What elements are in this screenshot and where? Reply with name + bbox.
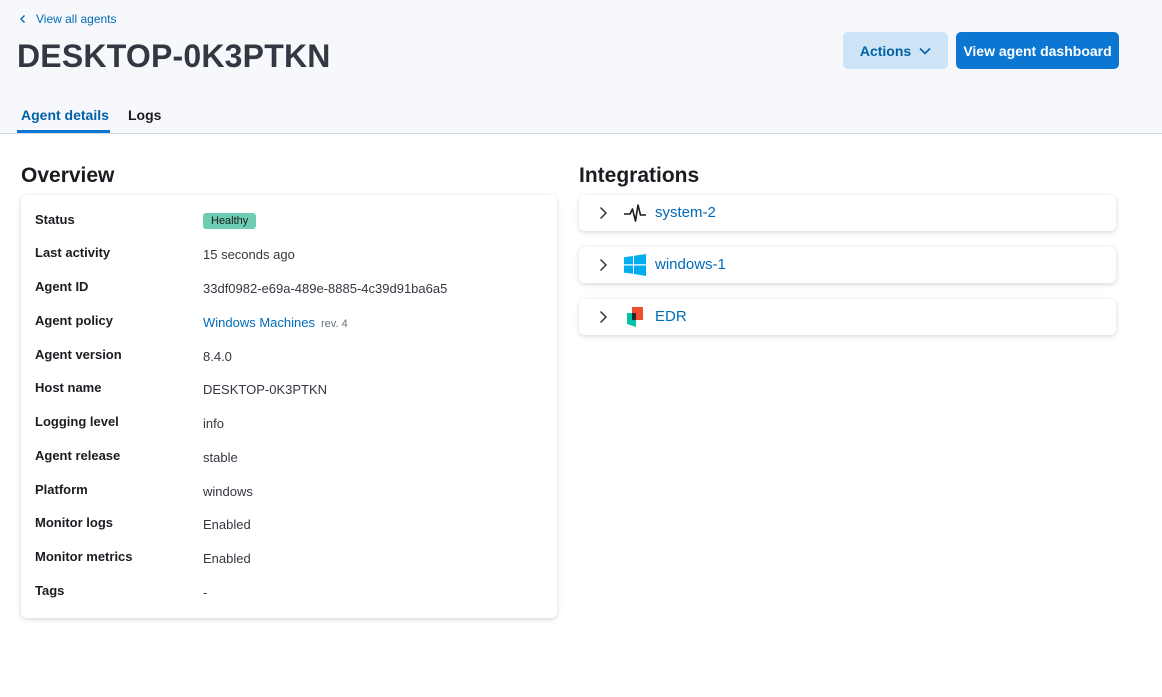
- integration-name[interactable]: EDR: [655, 308, 687, 325]
- policy-revision: rev. 4: [321, 318, 348, 330]
- detail-label: Logging level: [35, 414, 119, 429]
- detail-value: Enabled: [203, 551, 251, 566]
- detail-row-tags: Tags -: [21, 583, 557, 603]
- detail-value: windows: [203, 484, 253, 499]
- page-title: DESKTOP-0K3PTKN: [17, 38, 331, 74]
- integration-name[interactable]: system-2: [655, 204, 716, 221]
- detail-value: Enabled: [203, 517, 251, 532]
- chevron-right-icon[interactable]: [597, 258, 609, 272]
- detail-value: -: [203, 585, 208, 600]
- chevron-right-icon[interactable]: [597, 206, 609, 220]
- detail-label: Host name: [35, 380, 102, 395]
- detail-label: Monitor logs: [35, 515, 113, 530]
- view-agent-dashboard-button[interactable]: View agent dashboard: [956, 32, 1119, 69]
- chevron-right-icon[interactable]: [597, 310, 609, 324]
- detail-row-agent-release: Agent release stable: [21, 448, 557, 468]
- actions-button-label: Actions: [859, 42, 912, 59]
- selected-tab-indicator: [17, 130, 110, 133]
- detail-row-status: Status Healthy: [21, 212, 557, 232]
- detail-row-agent-version: Agent version 8.4.0: [21, 347, 557, 367]
- detail-value: 15 seconds ago: [203, 247, 295, 262]
- detail-label: Monitor metrics: [35, 549, 133, 564]
- detail-value: DESKTOP-0K3PTKN: [203, 382, 328, 397]
- detail-row-logging-level: Logging level info: [21, 414, 557, 434]
- detail-row-agent-id: Agent ID 33df0982-e69a-489e-8885-4c39d91…: [21, 279, 557, 299]
- detail-value: stable: [203, 450, 238, 465]
- status-badge: Healthy: [203, 213, 257, 229]
- chevron-down-icon: [919, 47, 931, 55]
- edr-shield-icon: [627, 307, 643, 327]
- detail-value: 8.4.0: [203, 349, 232, 364]
- back-link-label: View all agents: [36, 12, 117, 26]
- detail-row-monitor-metrics: Monitor metrics Enabled: [21, 549, 557, 569]
- detail-row-host-name: Host name DESKTOP-0K3PTKN: [21, 380, 557, 400]
- tab-agent-details[interactable]: Agent details: [21, 107, 109, 123]
- actions-button[interactable]: Actions: [843, 32, 948, 69]
- integrations-title: Integrations: [579, 164, 700, 187]
- system-pulse-icon: [624, 204, 646, 222]
- detail-row-last-activity: Last activity 15 seconds ago: [21, 245, 557, 265]
- agent-policy-value: Windows Machines rev. 4: [203, 315, 348, 330]
- windows-logo-icon: [624, 254, 646, 276]
- agent-policy-link[interactable]: Windows Machines: [203, 315, 315, 330]
- detail-label: Agent release: [35, 448, 121, 463]
- dashboard-button-label: View agent dashboard: [963, 42, 1112, 59]
- tab-logs[interactable]: Logs: [128, 107, 161, 123]
- detail-row-platform: Platform windows: [21, 482, 557, 502]
- detail-label: Tags: [35, 583, 65, 598]
- detail-row-monitor-logs: Monitor logs Enabled: [21, 515, 557, 535]
- status-value: Healthy: [203, 212, 257, 229]
- detail-label: Status: [35, 212, 75, 227]
- detail-label: Last activity: [35, 245, 111, 260]
- integration-name[interactable]: windows-1: [655, 256, 726, 273]
- detail-label: Agent ID: [35, 279, 89, 294]
- chevron-left-icon: [20, 15, 25, 23]
- overview-panel: Status Healthy Last activity 15 seconds …: [21, 195, 557, 618]
- back-to-agents-link[interactable]: View all agents: [18, 12, 117, 26]
- detail-label: Agent version: [35, 347, 122, 362]
- integration-item-system-2[interactable]: system-2: [579, 195, 1116, 231]
- detail-label: Platform: [35, 482, 88, 497]
- integration-item-windows-1[interactable]: windows-1: [579, 247, 1116, 283]
- detail-label: Agent policy: [35, 313, 114, 328]
- detail-value: 33df0982-e69a-489e-8885-4c39d91ba6a5: [203, 281, 448, 296]
- detail-row-agent-policy: Agent policy Windows Machines rev. 4: [21, 313, 557, 333]
- integration-item-edr[interactable]: EDR: [579, 299, 1116, 335]
- detail-value: info: [203, 416, 224, 431]
- overview-title: Overview: [21, 164, 115, 187]
- page-header: View all agents DESKTOP-0K3PTKN Actions …: [0, 0, 1162, 134]
